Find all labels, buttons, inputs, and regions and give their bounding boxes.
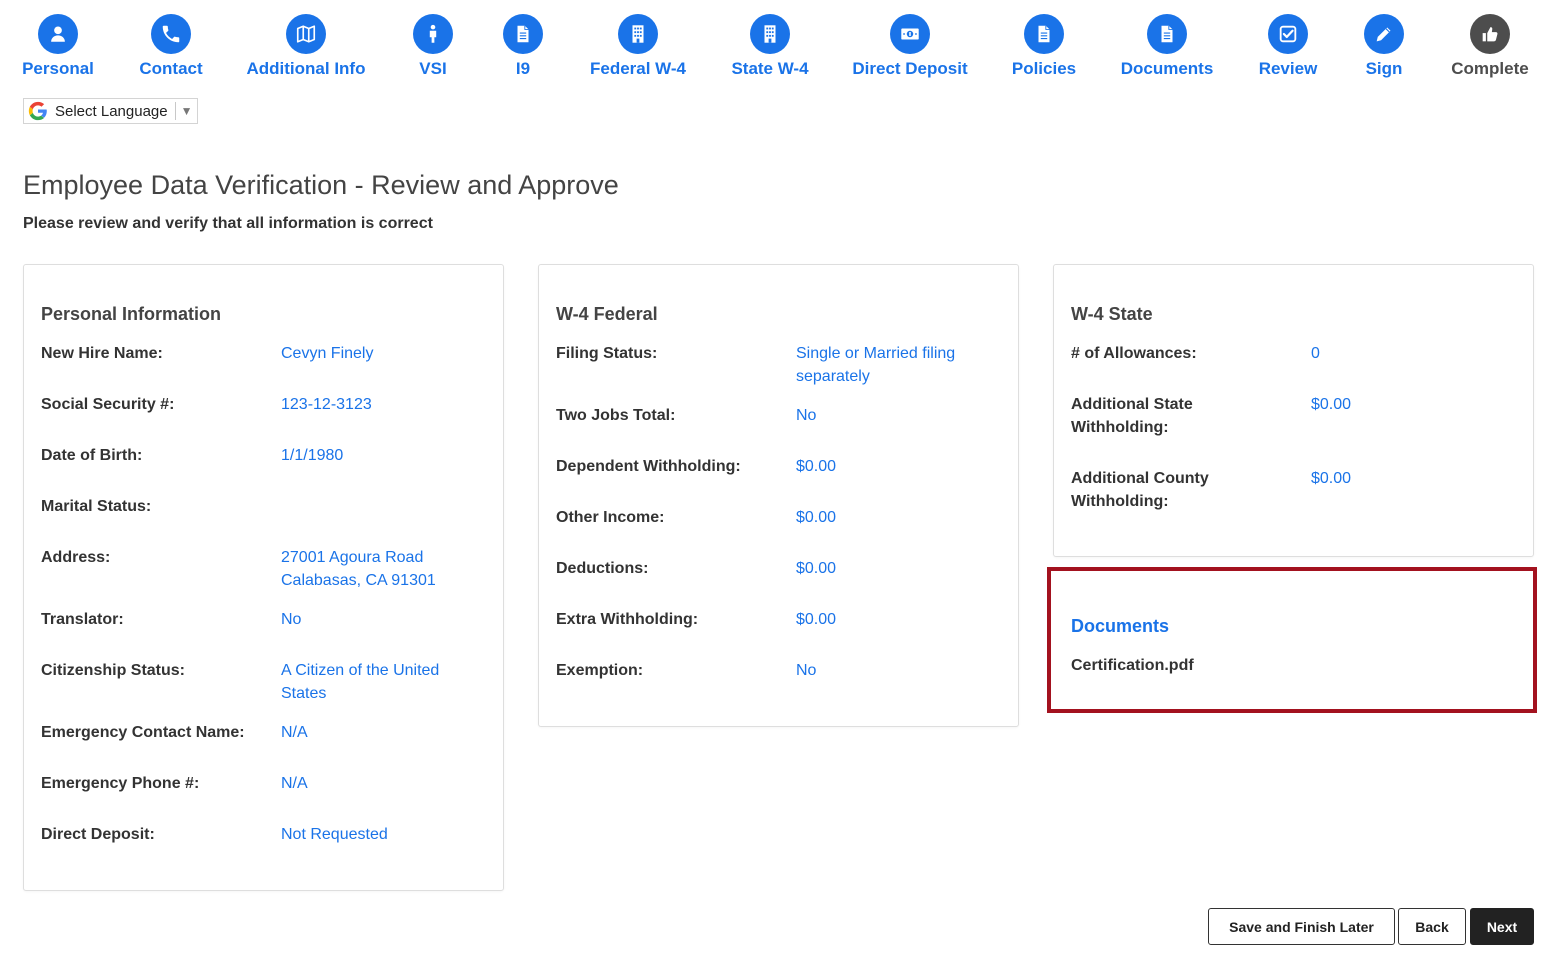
w4-federal-card: W-4 Federal Filing Status: Single or Mar… — [538, 264, 1019, 727]
field-label: Exemption: — [556, 662, 644, 679]
field-label: Other Income: — [556, 509, 665, 526]
save-and-finish-later-button[interactable]: Save and Finish Later — [1208, 908, 1395, 945]
field-value: Single or Married filing separately — [796, 345, 956, 385]
field-label: Social Security #: — [41, 396, 175, 413]
step-label: Additional Info — [246, 59, 366, 78]
step-documents[interactable]: Documents — [1097, 14, 1237, 79]
field-value: $0.00 — [796, 611, 837, 628]
step-label: Federal W-4 — [589, 59, 686, 78]
field-label: Dependent Withholding: — [556, 458, 741, 475]
field-value: $0.00 — [796, 458, 837, 475]
document-icon — [1147, 14, 1187, 54]
field-value: Not Requested — [281, 826, 388, 843]
field-label: Additional State Withholding: — [1071, 396, 1193, 436]
field-value: N/A — [281, 775, 308, 792]
field-label: Filing Status: — [556, 345, 658, 362]
google-icon — [28, 101, 47, 121]
field-label: Marital Status: — [41, 498, 152, 515]
field-value: $0.00 — [796, 560, 837, 577]
field-label: Date of Birth: — [41, 447, 143, 464]
step-label: Direct Deposit — [852, 59, 968, 78]
step-state-w4[interactable]: State W-4 — [700, 14, 840, 79]
thumbs-up-icon — [1470, 14, 1510, 54]
field-value: $0.00 — [1311, 396, 1352, 413]
step-additional-info[interactable]: Additional Info — [236, 14, 376, 79]
field-value: Cevyn Finely — [281, 345, 374, 362]
page-subtitle: Please review and verify that all inform… — [23, 215, 433, 232]
field-label: Deductions: — [556, 560, 649, 577]
field-label: Address: — [41, 549, 111, 566]
field-label: Translator: — [41, 611, 124, 628]
field-value: 27001 Agoura Road Calabasas, CA 91301 — [281, 549, 436, 589]
card-title: W-4 State — [1071, 304, 1153, 324]
field-value: $0.00 — [1311, 470, 1352, 487]
field-value: 0 — [1311, 345, 1320, 362]
field-label: # of Allowances: — [1071, 345, 1197, 362]
back-button[interactable]: Back — [1398, 908, 1466, 945]
checkbox-icon — [1268, 14, 1308, 54]
chevron-down-icon: ▼ — [180, 104, 193, 118]
pencil-icon — [1364, 14, 1404, 54]
documents-title-link[interactable]: Documents — [1071, 616, 1169, 637]
language-select[interactable]: Select Language ▼ — [23, 98, 198, 124]
field-label: Emergency Phone #: — [41, 775, 200, 792]
building-icon — [750, 14, 790, 54]
field-value: 1/1/1980 — [281, 447, 344, 464]
step-direct-deposit[interactable]: Direct Deposit — [840, 14, 980, 79]
document-icon — [1024, 14, 1064, 54]
field-label: Additional County Withholding: — [1071, 470, 1209, 510]
step-policies[interactable]: Policies — [974, 14, 1114, 79]
field-label: New Hire Name: — [41, 345, 163, 362]
field-value: 123-12-3123 — [281, 396, 372, 413]
step-nav: Personal Contact Additional Info VSI I9 … — [0, 0, 1563, 90]
documents-panel: Documents Certification.pdf — [1047, 567, 1537, 713]
document-icon — [503, 14, 543, 54]
field-value: $0.00 — [796, 509, 837, 526]
step-label: Documents — [1120, 59, 1214, 78]
phone-icon — [151, 14, 191, 54]
step-label: Complete — [1451, 59, 1529, 78]
field-label: Direct Deposit: — [41, 826, 155, 843]
card-title: W-4 Federal — [556, 304, 658, 324]
personal-info-card: Personal Information New Hire Name: Cevy… — [23, 264, 504, 891]
field-value: N/A — [281, 724, 308, 741]
field-label: Citizenship Status: — [41, 662, 186, 679]
language-label: Select Language — [55, 102, 168, 120]
step-complete[interactable]: Complete — [1420, 14, 1560, 79]
next-button[interactable]: Next — [1470, 908, 1534, 945]
field-value: No — [281, 611, 302, 628]
building-icon — [618, 14, 658, 54]
step-label: State W-4 — [731, 59, 809, 78]
w4-state-card: W-4 State # of Allowances: 0 Additional … — [1053, 264, 1534, 557]
page-title: Employee Data Verification - Review and … — [23, 170, 619, 200]
card-title: Personal Information — [41, 304, 222, 324]
field-value: No — [796, 662, 817, 679]
map-icon — [286, 14, 326, 54]
field-label: Emergency Contact Name: — [41, 724, 245, 741]
field-label: Two Jobs Total: — [556, 407, 676, 424]
step-label: Policies — [1011, 59, 1077, 78]
document-file-link[interactable]: Certification.pdf — [1071, 657, 1194, 675]
money-icon — [890, 14, 930, 54]
field-label: Extra Withholding: — [556, 611, 699, 628]
step-federal-w4[interactable]: Federal W-4 — [568, 14, 708, 79]
standing-person-icon — [413, 14, 453, 54]
step-contact[interactable]: Contact — [101, 14, 241, 79]
divider — [174, 102, 176, 120]
field-value: No — [796, 407, 817, 424]
person-icon — [38, 14, 78, 54]
field-value: A Citizen of the United States — [281, 662, 440, 702]
step-label: Contact — [139, 59, 203, 78]
